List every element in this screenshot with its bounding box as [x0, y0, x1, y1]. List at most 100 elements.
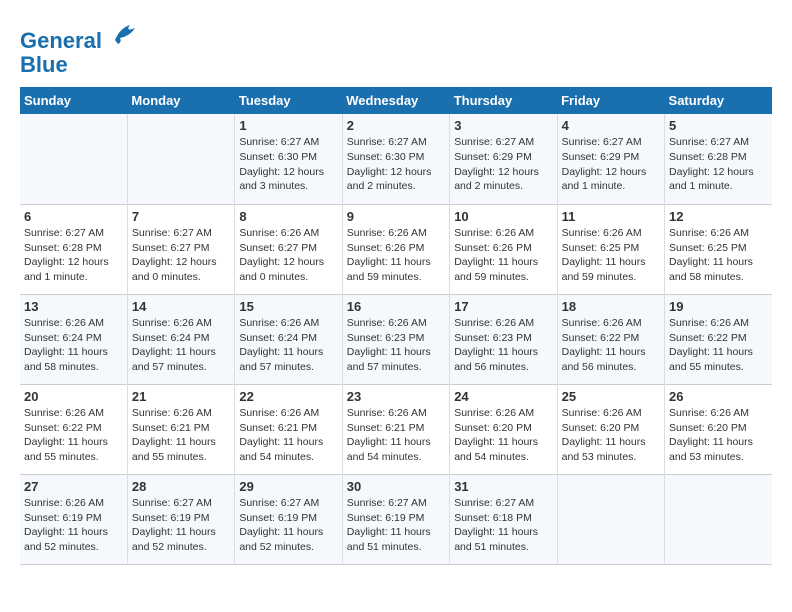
day-number: 4 — [562, 118, 660, 133]
day-number: 5 — [669, 118, 768, 133]
weekday-saturday: Saturday — [665, 87, 772, 114]
day-number: 2 — [347, 118, 445, 133]
calendar-cell: 18 Sunrise: 6:26 AM Sunset: 6:22 PM Dayli… — [557, 294, 664, 384]
calendar-week-1: 1 Sunrise: 6:27 AM Sunset: 6:30 PM Daylig… — [20, 114, 772, 204]
calendar-cell: 3 Sunrise: 6:27 AM Sunset: 6:29 PM Daylig… — [450, 114, 557, 204]
day-info: Sunrise: 6:26 AM Sunset: 6:25 PM Dayligh… — [562, 226, 660, 285]
day-number: 26 — [669, 389, 768, 404]
day-info: Sunrise: 6:27 AM Sunset: 6:29 PM Dayligh… — [562, 135, 660, 194]
day-number: 30 — [347, 479, 445, 494]
calendar-cell: 19 Sunrise: 6:26 AM Sunset: 6:22 PM Dayli… — [665, 294, 772, 384]
day-info: Sunrise: 6:27 AM Sunset: 6:19 PM Dayligh… — [347, 496, 445, 555]
calendar-cell: 10 Sunrise: 6:26 AM Sunset: 6:26 PM Dayli… — [450, 204, 557, 294]
day-number: 22 — [239, 389, 337, 404]
day-number: 8 — [239, 209, 337, 224]
weekday-thursday: Thursday — [450, 87, 557, 114]
calendar-cell: 28 Sunrise: 6:27 AM Sunset: 6:19 PM Dayli… — [127, 474, 234, 564]
day-info: Sunrise: 6:26 AM Sunset: 6:23 PM Dayligh… — [347, 316, 445, 375]
day-info: Sunrise: 6:26 AM Sunset: 6:25 PM Dayligh… — [669, 226, 768, 285]
day-info: Sunrise: 6:27 AM Sunset: 6:28 PM Dayligh… — [669, 135, 768, 194]
day-number: 31 — [454, 479, 552, 494]
day-info: Sunrise: 6:26 AM Sunset: 6:21 PM Dayligh… — [347, 406, 445, 465]
day-info: Sunrise: 6:26 AM Sunset: 6:22 PM Dayligh… — [24, 406, 123, 465]
calendar-cell: 25 Sunrise: 6:26 AM Sunset: 6:20 PM Dayli… — [557, 384, 664, 474]
calendar-cell: 26 Sunrise: 6:26 AM Sunset: 6:20 PM Dayli… — [665, 384, 772, 474]
day-number: 18 — [562, 299, 660, 314]
day-info: Sunrise: 6:26 AM Sunset: 6:23 PM Dayligh… — [454, 316, 552, 375]
day-number: 16 — [347, 299, 445, 314]
weekday-sunday: Sunday — [20, 87, 127, 114]
day-info: Sunrise: 6:26 AM Sunset: 6:19 PM Dayligh… — [24, 496, 123, 555]
day-number: 25 — [562, 389, 660, 404]
day-number: 14 — [132, 299, 230, 314]
day-info: Sunrise: 6:26 AM Sunset: 6:20 PM Dayligh… — [454, 406, 552, 465]
calendar-cell: 16 Sunrise: 6:26 AM Sunset: 6:23 PM Dayli… — [342, 294, 449, 384]
day-number: 1 — [239, 118, 337, 133]
calendar-cell — [20, 114, 127, 204]
day-number: 24 — [454, 389, 552, 404]
day-number: 11 — [562, 209, 660, 224]
day-number: 17 — [454, 299, 552, 314]
day-number: 10 — [454, 209, 552, 224]
day-info: Sunrise: 6:27 AM Sunset: 6:18 PM Dayligh… — [454, 496, 552, 555]
day-info: Sunrise: 6:27 AM Sunset: 6:19 PM Dayligh… — [239, 496, 337, 555]
day-number: 23 — [347, 389, 445, 404]
day-number: 13 — [24, 299, 123, 314]
calendar-cell — [127, 114, 234, 204]
day-info: Sunrise: 6:27 AM Sunset: 6:19 PM Dayligh… — [132, 496, 230, 555]
day-number: 12 — [669, 209, 768, 224]
calendar-cell: 5 Sunrise: 6:27 AM Sunset: 6:28 PM Daylig… — [665, 114, 772, 204]
day-number: 28 — [132, 479, 230, 494]
calendar-body: 1 Sunrise: 6:27 AM Sunset: 6:30 PM Daylig… — [20, 114, 772, 564]
day-number: 29 — [239, 479, 337, 494]
calendar-week-2: 6Sunrise: 6:27 AM Sunset: 6:28 PM Daylig… — [20, 204, 772, 294]
calendar-cell: 1Sunrise: 6:27 AM Sunset: 6:30 PM Daylig… — [235, 114, 342, 204]
calendar-cell: 7Sunrise: 6:27 AM Sunset: 6:27 PM Daylig… — [127, 204, 234, 294]
calendar-table: SundayMondayTuesdayWednesdayThursdayFrid… — [20, 87, 772, 565]
calendar-cell: 23 Sunrise: 6:26 AM Sunset: 6:21 PM Dayli… — [342, 384, 449, 474]
day-number: 20 — [24, 389, 123, 404]
day-info: Sunrise: 6:26 AM Sunset: 6:26 PM Dayligh… — [454, 226, 552, 285]
weekday-friday: Friday — [557, 87, 664, 114]
weekday-wednesday: Wednesday — [342, 87, 449, 114]
calendar-cell — [557, 474, 664, 564]
calendar-week-4: 20 Sunrise: 6:26 AM Sunset: 6:22 PM Dayli… — [20, 384, 772, 474]
day-number: 27 — [24, 479, 123, 494]
calendar-cell: 20 Sunrise: 6:26 AM Sunset: 6:22 PM Dayli… — [20, 384, 127, 474]
logo-blue: Blue — [20, 52, 68, 77]
calendar-cell: 21Sunrise: 6:26 AM Sunset: 6:21 PM Dayli… — [127, 384, 234, 474]
calendar-cell: 4 Sunrise: 6:27 AM Sunset: 6:29 PM Daylig… — [557, 114, 664, 204]
calendar-cell: 8Sunrise: 6:26 AM Sunset: 6:27 PM Daylig… — [235, 204, 342, 294]
calendar-header: SundayMondayTuesdayWednesdayThursdayFrid… — [20, 87, 772, 114]
day-number: 9 — [347, 209, 445, 224]
calendar-cell: 6Sunrise: 6:27 AM Sunset: 6:28 PM Daylig… — [20, 204, 127, 294]
page-header: General Blue — [20, 20, 772, 77]
calendar-cell: 27 Sunrise: 6:26 AM Sunset: 6:19 PM Dayli… — [20, 474, 127, 564]
day-info: Sunrise: 6:26 AM Sunset: 6:20 PM Dayligh… — [669, 406, 768, 465]
day-number: 7 — [132, 209, 230, 224]
day-info: Sunrise: 6:26 AM Sunset: 6:20 PM Dayligh… — [562, 406, 660, 465]
calendar-cell: 24 Sunrise: 6:26 AM Sunset: 6:20 PM Dayli… — [450, 384, 557, 474]
day-info: Sunrise: 6:27 AM Sunset: 6:28 PM Dayligh… — [24, 226, 123, 285]
calendar-cell — [665, 474, 772, 564]
calendar-cell: 11 Sunrise: 6:26 AM Sunset: 6:25 PM Dayli… — [557, 204, 664, 294]
day-info: Sunrise: 6:26 AM Sunset: 6:21 PM Dayligh… — [132, 406, 230, 465]
day-info: Sunrise: 6:26 AM Sunset: 6:26 PM Dayligh… — [347, 226, 445, 285]
calendar-cell: 22Sunrise: 6:26 AM Sunset: 6:21 PM Dayli… — [235, 384, 342, 474]
logo-general: General — [20, 28, 102, 53]
day-info: Sunrise: 6:26 AM Sunset: 6:24 PM Dayligh… — [24, 316, 123, 375]
weekday-tuesday: Tuesday — [235, 87, 342, 114]
day-info: Sunrise: 6:26 AM Sunset: 6:22 PM Dayligh… — [669, 316, 768, 375]
day-info: Sunrise: 6:27 AM Sunset: 6:30 PM Dayligh… — [347, 135, 445, 194]
calendar-cell: 30 Sunrise: 6:27 AM Sunset: 6:19 PM Dayli… — [342, 474, 449, 564]
day-info: Sunrise: 6:27 AM Sunset: 6:29 PM Dayligh… — [454, 135, 552, 194]
calendar-cell: 12 Sunrise: 6:26 AM Sunset: 6:25 PM Dayli… — [665, 204, 772, 294]
calendar-cell: 13 Sunrise: 6:26 AM Sunset: 6:24 PM Dayli… — [20, 294, 127, 384]
calendar-cell: 29 Sunrise: 6:27 AM Sunset: 6:19 PM Dayli… — [235, 474, 342, 564]
calendar-week-5: 27 Sunrise: 6:26 AM Sunset: 6:19 PM Dayli… — [20, 474, 772, 564]
day-number: 3 — [454, 118, 552, 133]
calendar-cell: 9 Sunrise: 6:26 AM Sunset: 6:26 PM Daylig… — [342, 204, 449, 294]
calendar-cell: 31 Sunrise: 6:27 AM Sunset: 6:18 PM Dayli… — [450, 474, 557, 564]
day-number: 19 — [669, 299, 768, 314]
day-info: Sunrise: 6:26 AM Sunset: 6:22 PM Dayligh… — [562, 316, 660, 375]
